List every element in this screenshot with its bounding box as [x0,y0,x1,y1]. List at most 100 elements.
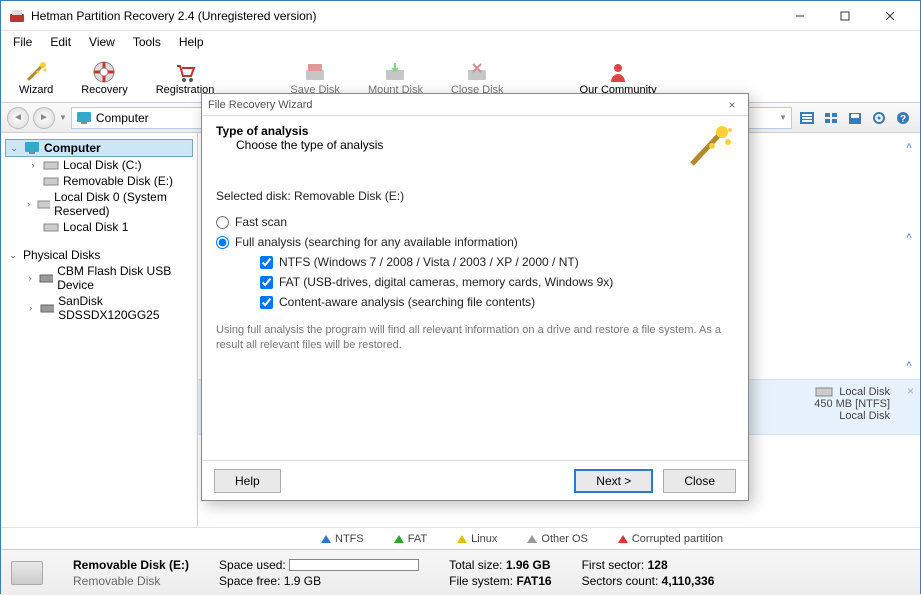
wand-icon [24,60,48,84]
status-bar: Removable Disk (E:) Removable Disk Space… [1,549,920,595]
tree-drive-label: Local Disk (C:) [63,158,142,172]
disk-icon [43,221,59,233]
nav-back-button[interactable]: ◄ [7,107,29,129]
options-icon[interactable] [868,107,890,129]
sidebar-tree: ⌄ Computer › Local Disk (C:) Removable Di… [1,133,198,527]
full-analysis-label: Full analysis (searching for any availab… [235,235,518,249]
legend-ntfs: NTFS [321,533,364,545]
collapse-icon[interactable]: ⌄ [7,250,19,261]
tree-physical-disks[interactable]: ⌄ Physical Disks [5,247,193,263]
fast-scan-label: Fast scan [235,215,287,229]
address-label: Computer [96,111,149,125]
menu-edit[interactable]: Edit [42,33,79,51]
disk-icon [40,302,54,314]
tree-drive[interactable]: › Local Disk (C:) [5,157,193,173]
wizard-titlebar: File Recovery Wizard × [202,94,748,116]
fast-scan-radio[interactable] [216,216,229,229]
toolbar-wizard[interactable]: Wizard [9,58,63,98]
tree-drive-label: Local Disk 0 (System Reserved) [54,190,191,218]
close-button[interactable] [867,1,912,30]
first-sector-label: First sector: [582,558,645,572]
expand-icon[interactable]: › [25,303,36,313]
content-aware-checkbox[interactable] [260,296,273,309]
chevron-up-icon[interactable]: ˄ [906,231,912,242]
lifebuoy-icon [92,60,116,84]
status-space: Space used: Space free: 1.9 GB [219,558,419,588]
space-free-label: Space free: [219,574,280,588]
toolbar-recovery-label: Recovery [81,84,127,96]
expand-icon[interactable]: › [24,199,34,209]
tree-root-computer[interactable]: ⌄ Computer [5,139,193,157]
file-recovery-wizard-dialog: File Recovery Wizard × Type of analysis … [201,93,749,501]
legend-linux: Linux [457,533,497,545]
wizard-close-button[interactable]: Close [663,469,736,493]
toolbar-community[interactable]: Our Community [570,58,667,98]
content-aware-label: Content-aware analysis (searching file c… [279,295,535,309]
status-disk-type: Removable Disk [73,574,189,588]
radio-fast-scan[interactable]: Fast scan [216,215,734,229]
first-sector-value: 128 [648,558,668,572]
menu-tools[interactable]: Tools [125,33,169,51]
checkbox-content-aware[interactable]: Content-aware analysis (searching file c… [260,295,734,309]
nav-dropdown-icon[interactable]: ▼ [59,113,67,122]
tree-physical-item[interactable]: › SanDisk SDSSDX120GG25 [5,293,193,323]
toolbar-recovery[interactable]: Recovery [71,58,137,98]
wizard-header: Type of analysis Choose the type of anal… [202,116,748,181]
wizard-title: File Recovery Wizard [208,99,313,111]
minimize-button[interactable] [777,1,822,30]
wizard-next-button[interactable]: Next > [574,469,653,493]
view-tiles-icon[interactable] [820,107,842,129]
save-icon[interactable] [844,107,866,129]
sectors-count-label: Sectors count: [582,574,659,588]
tree-drive-label: Local Disk 1 [63,220,128,234]
wizard-help-button[interactable]: Help [214,469,281,493]
ntfs-checkbox[interactable] [260,256,273,269]
tree-drive[interactable]: Local Disk 1 [5,219,193,235]
space-used-label: Space used: [219,558,286,572]
mount-disk-icon [383,60,407,84]
status-disk-name: Removable Disk (E:) [73,558,189,572]
title-bar: Hetman Partition Recovery 2.4 (Unregiste… [1,1,920,31]
wizard-heading: Type of analysis [216,124,308,138]
expand-icon[interactable]: › [27,160,39,170]
close-icon[interactable]: × [907,384,914,398]
fat-label: FAT (USB-drives, digital cameras, memory… [279,275,613,289]
menu-view[interactable]: View [81,33,123,51]
tree-physical-label: SanDisk SDSSDX120GG25 [58,294,191,322]
maximize-button[interactable] [822,1,867,30]
community-icon [606,60,630,84]
collapse-icon[interactable]: ⌄ [8,143,20,154]
expand-icon[interactable]: › [25,273,35,283]
full-analysis-radio[interactable] [216,236,229,249]
fat-checkbox[interactable] [260,276,273,289]
toolbar-mount-disk: Mount Disk [358,58,433,98]
view-toolbar: ? [796,107,914,129]
disk-icon [43,159,59,171]
nav-forward-button[interactable]: ► [33,107,55,129]
checkbox-fat[interactable]: FAT (USB-drives, digital cameras, memory… [260,275,734,289]
wizard-description: Using full analysis the program will fin… [216,323,734,354]
tree-physical-item[interactable]: › CBM Flash Disk USB Device [5,263,193,293]
tree-physical-label: CBM Flash Disk USB Device [57,264,191,292]
file-system-label: File system: [449,574,513,588]
checkbox-ntfs[interactable]: NTFS (Windows 7 / 2008 / Vista / 2003 / … [260,255,734,269]
wizard-subheading: Choose the type of analysis [236,138,383,152]
view-details-icon[interactable] [796,107,818,129]
tree-drive[interactable]: Removable Disk (E:) [5,173,193,189]
window-title: Hetman Partition Recovery 2.4 (Unregiste… [31,9,777,23]
tree-drive[interactable]: › Local Disk 0 (System Reserved) [5,189,193,219]
chevron-up-icon[interactable]: ˄ [906,359,912,370]
partition-legend: NTFS FAT Linux Other OS Corrupted partit… [1,527,920,549]
tree-drive-label: Removable Disk (E:) [63,174,173,188]
chevron-up-icon[interactable]: ˄ [906,141,912,152]
toolbar-registration[interactable]: Registration [146,58,225,98]
help-icon[interactable]: ? [892,107,914,129]
wizard-selected-disk: Selected disk: Removable Disk (E:) [216,189,734,203]
wizard-close-button[interactable]: × [722,98,742,112]
chevron-down-icon[interactable]: ▼ [779,113,787,122]
toolbar-wizard-label: Wizard [19,84,53,96]
menu-bar: File Edit View Tools Help [1,31,920,53]
radio-full-analysis[interactable]: Full analysis (searching for any availab… [216,235,734,249]
menu-help[interactable]: Help [171,33,212,51]
menu-file[interactable]: File [5,33,40,51]
